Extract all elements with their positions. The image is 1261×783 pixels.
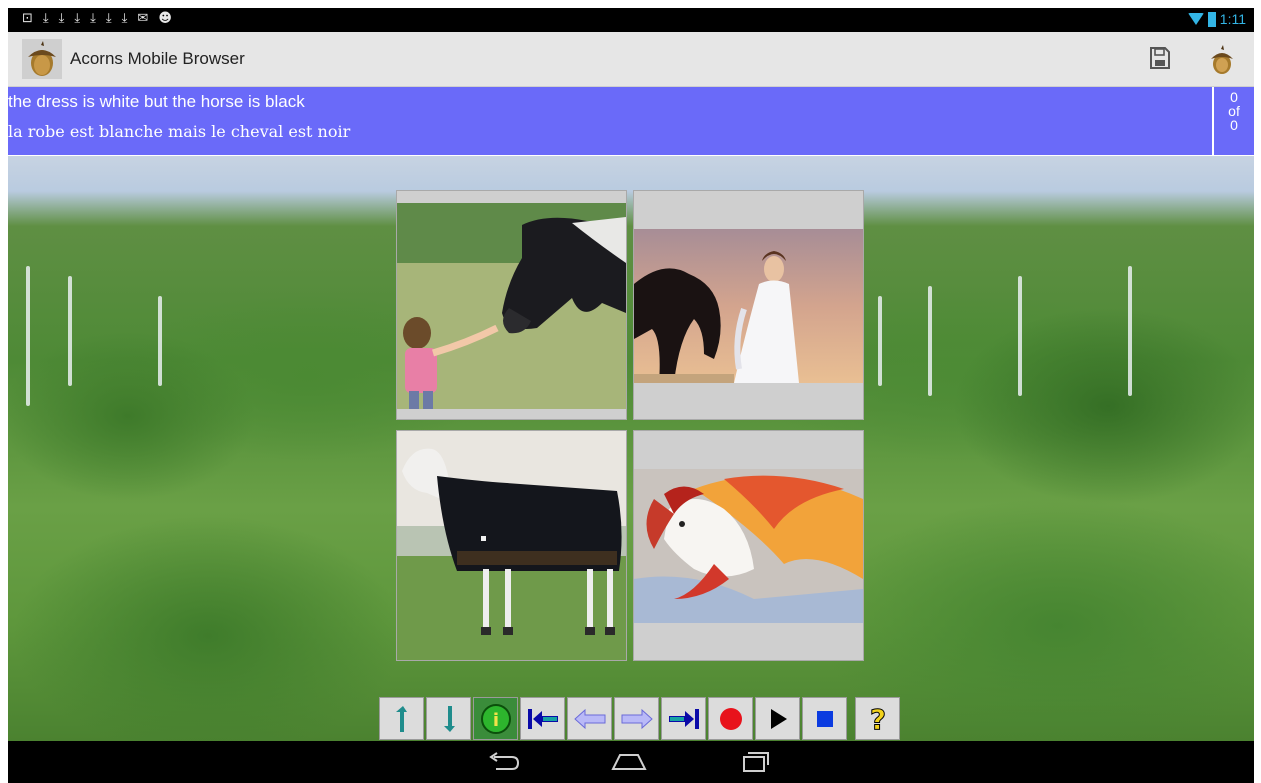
app-window: ⊡ ⤓ ⤓ ⤓ ⤓ ⤓ ⤓ ✉ ☻ 1:11 Acorns Mobile Bro… — [0, 0, 1261, 783]
save-icon[interactable] — [1150, 47, 1170, 69]
system-status: 1:11 — [1187, 11, 1246, 27]
record-icon[interactable] — [708, 697, 753, 740]
acorn-logo-icon[interactable] — [22, 39, 62, 79]
tree-trunk — [158, 296, 162, 386]
download-icon: ⤓ — [90, 11, 96, 26]
app-title: Acorns Mobile Browser — [70, 49, 245, 68]
download-icon: ⤓ — [105, 11, 112, 26]
info-icon[interactable]: i — [473, 697, 518, 740]
target-sentence: la robe est blanche mais le cheval est n… — [8, 122, 351, 141]
download-icon: ⊡ — [22, 11, 33, 26]
sentence-counter: 0 of 0 — [1213, 87, 1254, 155]
sentence-banner: the dress is white but the horse is blac… — [8, 87, 1212, 155]
stop-icon[interactable] — [802, 697, 847, 740]
action-bar: Acorns Mobile Browser — [8, 32, 1254, 87]
navigation-bar — [8, 741, 1254, 783]
help-icon[interactable]: ? — [855, 697, 900, 740]
counter-current: 0 — [1230, 89, 1238, 105]
last-icon[interactable] — [661, 697, 706, 740]
picture-woman-in-white-dress-with-black-horse[interactable] — [633, 190, 864, 420]
tree-trunk — [26, 266, 30, 406]
native-sentence: the dress is white but the horse is blac… — [8, 92, 305, 111]
back-icon[interactable] — [486, 751, 522, 773]
counter-of-label: of — [1228, 103, 1240, 119]
previous-icon[interactable] — [567, 697, 612, 740]
notification-area: ⊡ ⤓ ⤓ ⤓ ⤓ ⤓ ⤓ ✉ ☻ — [22, 11, 172, 27]
wifi-icon — [1187, 13, 1204, 25]
download-icon: ⤓ — [74, 11, 81, 26]
svg-text:i: i — [492, 710, 498, 731]
recent-apps-icon[interactable] — [736, 751, 772, 773]
download-icon: ⤓ — [121, 11, 128, 26]
first-icon[interactable] — [520, 697, 565, 740]
background-scene — [8, 156, 1254, 741]
tree-trunk — [878, 296, 882, 386]
next-icon[interactable] — [614, 697, 659, 740]
bottom-toolbar: i ? — [379, 697, 900, 740]
status-bar: ⊡ ⤓ ⤓ ⤓ ⤓ ⤓ ⤓ ✉ ☻ 1:11 — [8, 8, 1254, 32]
battery-icon — [1207, 11, 1216, 27]
tree-trunk — [68, 276, 72, 386]
picture-girl-feeding-horse[interactable] — [396, 190, 627, 420]
clock: 1:11 — [1219, 11, 1246, 27]
tree-trunk — [1018, 276, 1022, 396]
download-icon: ⤓ — [42, 11, 49, 26]
tree-trunk — [928, 286, 932, 396]
swap-right-icon[interactable] — [426, 697, 471, 740]
swap-left-icon[interactable] — [379, 697, 424, 740]
cat-icon: ☻ — [158, 11, 172, 26]
picture-red-white-horse-painting[interactable] — [633, 430, 864, 661]
tree-trunk — [1128, 266, 1132, 396]
counter-total: 0 — [1230, 117, 1238, 133]
play-icon[interactable] — [755, 697, 800, 740]
download-icon: ⤓ — [58, 11, 65, 26]
home-icon[interactable] — [610, 751, 648, 773]
picture-horse-in-blanket[interactable] — [396, 430, 627, 661]
svg-text:?: ? — [869, 703, 885, 735]
acorn-icon[interactable] — [1206, 44, 1238, 76]
mail-icon: ✉ — [137, 11, 149, 26]
